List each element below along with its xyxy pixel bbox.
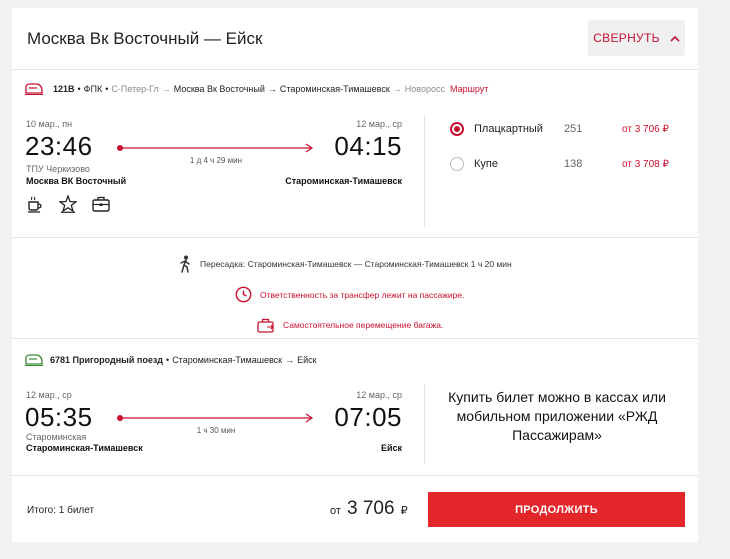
continue-label: ПРОДОЛЖИТЬ — [515, 503, 598, 516]
departure-time: 05:35 — [25, 402, 93, 432]
fare-class: Купе — [474, 158, 498, 170]
arrival-time: 04:15 — [334, 131, 402, 161]
route-title: Москва Вк Восточный — Ейск — [27, 29, 263, 48]
fare-option-platskart[interactable]: Плацкартный 251 от 3 706 ₽ — [450, 122, 669, 136]
train-name: 6781 Пригородный поезд — [50, 355, 164, 365]
arrival-date: 12 мар., ср — [356, 390, 402, 400]
suburban-train-icon — [25, 354, 43, 366]
transfer-text: Пересадка: Староминская-Тимашевск — Стар… — [200, 259, 512, 269]
arrival-time: 07:05 — [334, 402, 402, 432]
journey-arrow — [117, 143, 314, 153]
continue-button[interactable]: ПРОДОЛЖИТЬ — [428, 492, 685, 527]
train-number: 121В — [53, 84, 75, 94]
route-link[interactable]: Маршрут — [450, 84, 488, 94]
currency: ₽ — [400, 505, 408, 517]
clock-icon — [235, 286, 252, 303]
train-line-2: 6781 Пригородный поезд • Староминская-Ти… — [25, 354, 317, 366]
fare-option-kupe[interactable]: Купе 138 от 3 708 ₽ — [450, 157, 669, 171]
collapse-label: СВЕРНУТЬ — [593, 31, 660, 45]
buy-info-text: Купить билет можно в кассах или мобильно… — [448, 389, 666, 443]
segment-2: 6781 Пригородный поезд • Староминская-Ти… — [12, 339, 698, 476]
departure-station-sub: ТПУ Черкизово — [26, 164, 90, 174]
departure-station-sub: Староминская — [26, 432, 87, 442]
route-station: С-Петер-Гл — [111, 84, 159, 94]
journey-arrow — [117, 413, 314, 423]
footer: Итого: 1 билет от 3 706 ₽ ПРОДОЛЖИТЬ — [12, 476, 698, 542]
chevron-up-icon — [670, 35, 680, 42]
arrival-station: Ейск — [380, 443, 402, 453]
arrival-station: Староминская-Тимашевск — [285, 176, 402, 186]
departure-time: 23:46 — [25, 131, 93, 161]
fare-price: от 3 706 ₽ — [622, 123, 669, 135]
total-price: от 3 706 ₽ — [330, 498, 408, 520]
departure-station: Староминская-Тимашевск — [26, 443, 143, 453]
walking-person-icon — [180, 255, 190, 273]
collapse-button[interactable]: СВЕРНУТЬ — [588, 20, 685, 56]
transfer-info: Пересадка: Староминская-Тимашевск — Стар… — [178, 255, 512, 273]
segment-1: 121В • ФПК • С-Петер-Гл → Москва Вк Вост… — [12, 70, 698, 238]
transfer-warning: Ответственность за трансфер лежит на пас… — [235, 286, 464, 303]
fare-price: от 3 708 ₽ — [622, 158, 669, 170]
arrival-date: 12 мар., ср — [356, 119, 402, 129]
divider — [424, 384, 425, 464]
radio-selected[interactable] — [450, 122, 464, 136]
luggage-warning: Самостоятельное перемещение багажа. — [257, 317, 443, 333]
departure-station: Москва ВК Восточный — [26, 176, 127, 186]
route-station: Староминская-Тимашевск — [279, 84, 390, 94]
luggage-warning-text: Самостоятельное перемещение багажа. — [283, 320, 444, 330]
train-line-1: 121В • ФПК • С-Петер-Гл → Москва Вк Вост… — [25, 83, 488, 95]
price-prefix: от — [330, 505, 341, 517]
transfer-section: Пересадка: Староминская-Тимашевск — Стар… — [12, 238, 698, 339]
duration: 1 ч 30 мин — [196, 426, 236, 435]
fare-seats: 138 — [564, 158, 583, 170]
route-card: Москва Вк Восточный — Ейск СВЕРНУТЬ 121В… — [12, 8, 698, 542]
route-station: Ейск — [297, 355, 317, 365]
price-amount: 3 706 — [346, 498, 395, 519]
total-label: Итого: 1 билет — [27, 505, 95, 516]
duration: 1 д 4 ч 29 мин — [189, 156, 243, 165]
luggage-icon — [92, 196, 110, 212]
coffee-icon — [28, 196, 42, 213]
transfer-warning-text: Ответственность за трансфер лежит на пас… — [260, 289, 465, 300]
divider — [424, 115, 425, 227]
route-header: Москва Вк Восточный — Ейск СВЕРНУТЬ — [12, 8, 698, 70]
star-icon — [59, 195, 77, 213]
fare-seats: 251 — [564, 123, 583, 135]
departure-date: 10 мар., пн — [26, 119, 73, 129]
departure-date: 12 мар., ср — [26, 390, 72, 400]
luggage-transfer-icon — [257, 318, 274, 333]
train-icon — [25, 83, 43, 95]
fare-class: Плацкартный — [474, 123, 543, 135]
radio-unselected[interactable] — [450, 157, 464, 171]
route-station: Староминская-Тимашевск — [172, 355, 283, 365]
carrier: ФПК — [83, 84, 103, 94]
route-station: Новоросс — [404, 84, 445, 94]
route-station: Москва Вк Восточный — [173, 84, 265, 94]
